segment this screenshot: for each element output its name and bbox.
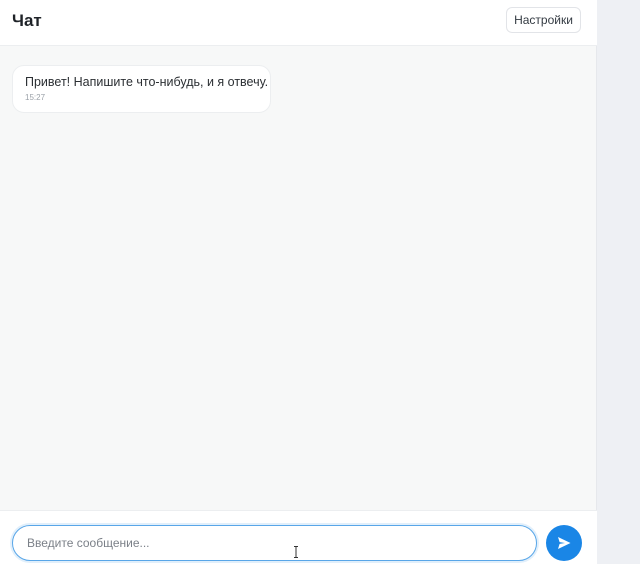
message-list[interactable]: Привет! Напишите что-нибудь, и я отвечу.…: [0, 46, 597, 510]
text-cursor-icon: [294, 546, 298, 558]
page-title: Чат: [12, 11, 42, 30]
send-icon: [556, 535, 572, 551]
message-input[interactable]: [12, 525, 537, 561]
chat-header: Чат Настройки: [0, 0, 597, 46]
message-bubble: Привет! Напишите что-нибудь, и я отвечу.…: [12, 65, 271, 113]
settings-button[interactable]: Настройки: [506, 7, 581, 33]
send-button[interactable]: [546, 525, 582, 561]
message-text: Привет! Напишите что-нибудь, и я отвечу.: [25, 75, 269, 89]
chat-app: Чат Настройки Привет! Напишите что-нибуд…: [0, 0, 597, 564]
message-timestamp: 15:27: [25, 93, 46, 102]
